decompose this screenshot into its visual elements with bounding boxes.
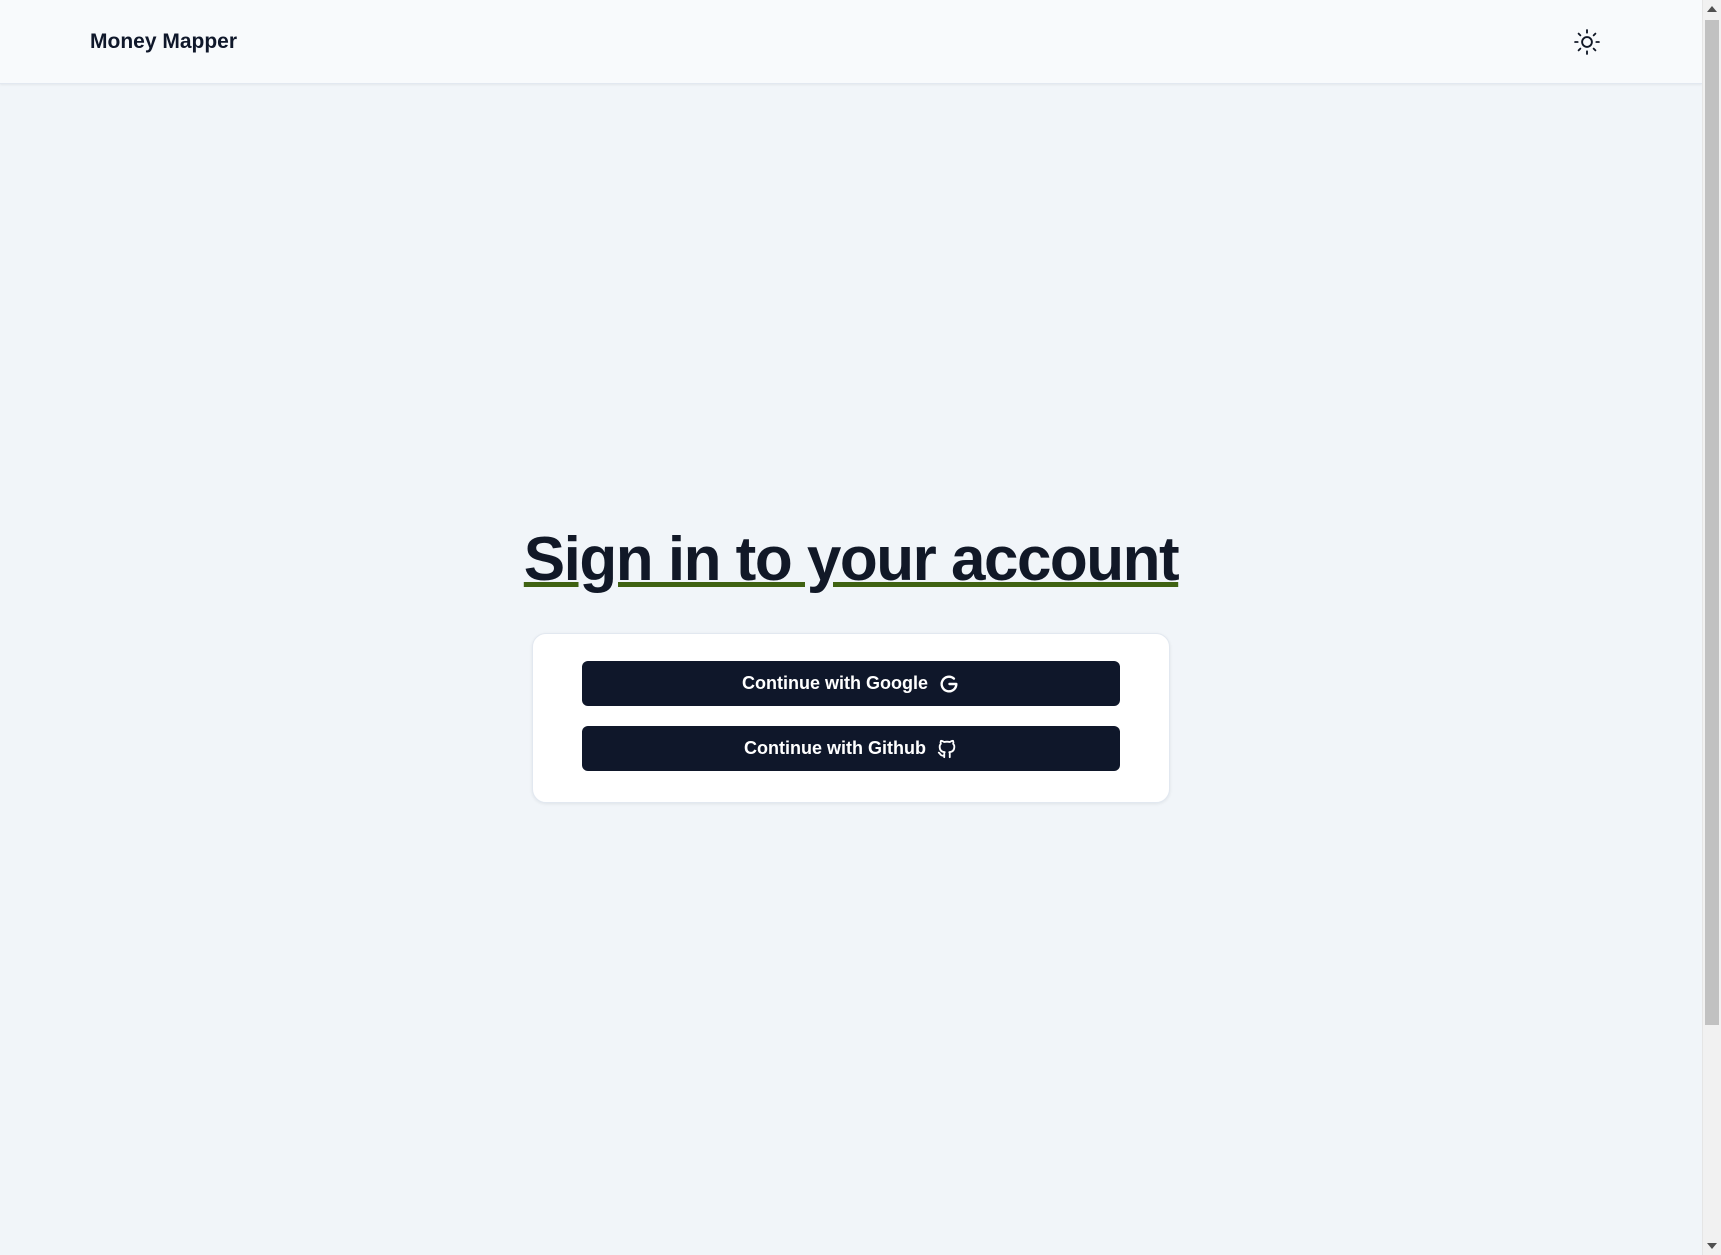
github-icon — [936, 738, 958, 760]
main-content: Sign in to your account Continue with Go… — [0, 85, 1702, 1255]
brand-title[interactable]: Money Mapper — [90, 28, 237, 56]
scroll-down-arrow-icon[interactable] — [1707, 1243, 1717, 1249]
sun-icon — [1574, 29, 1600, 55]
continue-with-github-button[interactable]: Continue with Github — [582, 726, 1120, 771]
vertical-scrollbar[interactable] — [1702, 0, 1721, 1255]
github-button-label: Continue with Github — [744, 738, 926, 758]
sign-in-page: Money Mapper Sign in to your account Con… — [0, 0, 1721, 1255]
sign-in-card: Continue with Google Continue with Githu… — [532, 633, 1170, 803]
scroll-up-arrow-icon[interactable] — [1707, 6, 1717, 12]
top-navbar: Money Mapper — [0, 0, 1702, 84]
google-button-label: Continue with Google — [742, 673, 928, 693]
scrollbar-thumb[interactable] — [1705, 20, 1719, 1025]
page-title-text: Sign in to your account — [523, 525, 1180, 594]
theme-toggle-button[interactable] — [1570, 25, 1604, 59]
google-icon — [938, 673, 960, 695]
page-title: Sign in to your account — [0, 522, 1702, 598]
continue-with-google-button[interactable]: Continue with Google — [582, 661, 1120, 706]
